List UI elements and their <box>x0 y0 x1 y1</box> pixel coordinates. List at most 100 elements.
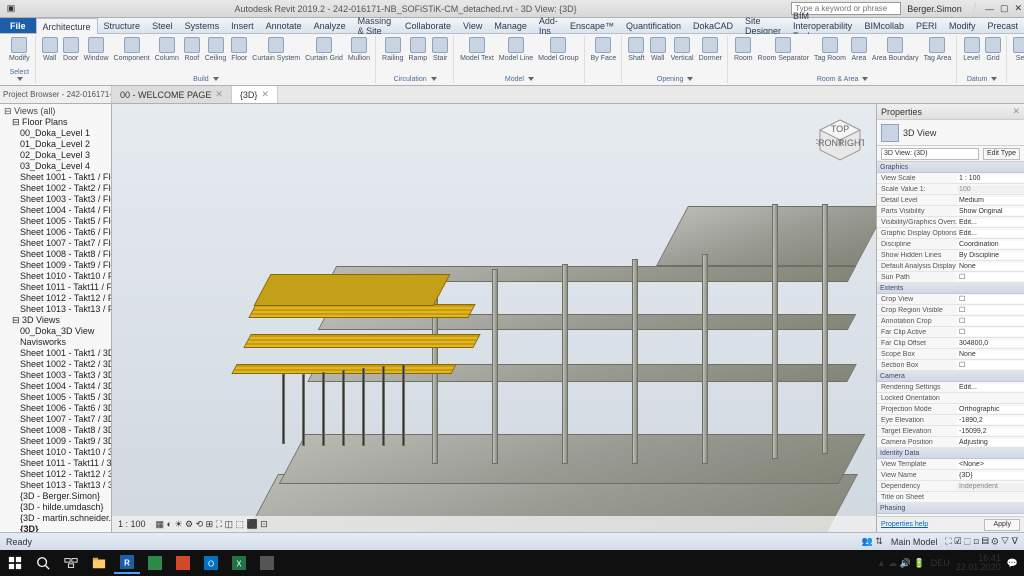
menu-analyze[interactable]: Analyze <box>308 18 352 33</box>
project-browser-tree[interactable]: ⊟ Views (all)⊟ Floor Plans00_Doka_Level … <box>0 104 111 532</box>
prop-row[interactable]: Eye Elevation-1890,2 <box>877 415 1024 426</box>
task-view-icon[interactable] <box>58 552 84 574</box>
tree-item[interactable]: {3D - hilde.umdasch} <box>0 502 111 513</box>
tree-item[interactable]: Sheet 1001 - Takt1 / Floor Pla <box>0 172 111 183</box>
ribbon-window[interactable]: Window <box>82 36 111 63</box>
tree-item[interactable]: ⊟ Views (all) <box>0 106 111 117</box>
tree-item[interactable]: 02_Doka_Level 3 <box>0 150 111 161</box>
menu-structure[interactable]: Structure <box>98 18 147 33</box>
menu-dokacad[interactable]: DokaCAD <box>687 18 739 33</box>
revit-icon[interactable]: R <box>114 552 140 574</box>
doc-tab[interactable]: 00 - WELCOME PAGE✕ <box>112 86 232 103</box>
menu-peri[interactable]: PERI <box>910 18 943 33</box>
taskbar-date[interactable]: 22.01.2020 <box>956 563 1001 572</box>
menu-steel[interactable]: Steel <box>146 18 179 33</box>
menu-biminteroperabilitytools[interactable]: BIM Interoperability Tools <box>787 18 858 33</box>
tree-item[interactable]: {3D - Berger.Simon} <box>0 491 111 502</box>
tree-item[interactable]: 03_Doka_Level 4 <box>0 161 111 172</box>
ribbon-stair[interactable]: Stair <box>430 36 450 63</box>
ribbon-modify[interactable]: Modify <box>7 36 32 63</box>
ribbon-modelgroup[interactable]: Model Group <box>536 36 580 63</box>
tree-item[interactable]: Sheet 1013 - Takt13 / 3D Vie <box>0 480 111 491</box>
prop-group-header[interactable]: Identity Data <box>877 448 1024 459</box>
ribbon-wall[interactable]: Wall <box>40 36 60 63</box>
prop-row[interactable]: Scale Value 1:100 <box>877 184 1024 195</box>
app-icon[interactable] <box>254 552 280 574</box>
menu-quantification[interactable]: Quantification <box>620 18 687 33</box>
ribbon-grid[interactable]: Grid <box>983 36 1003 63</box>
prop-row[interactable]: Target Elevation-15099,2 <box>877 426 1024 437</box>
apply-button[interactable]: Apply <box>984 519 1020 531</box>
menu-addins[interactable]: Add-Ins <box>533 18 564 33</box>
ribbon-tagarea[interactable]: Tag Area <box>922 36 954 63</box>
status-icons[interactable]: ⛶ ☑ ⬚ ⊡ ▤ ⚙ ▽ ∇ <box>945 536 1018 547</box>
ribbon-vertical[interactable]: Vertical <box>669 36 696 63</box>
maximize-icon[interactable]: ▢ <box>1000 3 1009 14</box>
ribbon-set[interactable]: Set <box>1011 36 1024 63</box>
tree-item[interactable]: Sheet 1010 - Takt10 / 3D Vie <box>0 447 111 458</box>
prop-row[interactable]: Annotation Crop☐ <box>877 316 1024 327</box>
menu-bimcollab[interactable]: BIMcollab <box>858 18 910 33</box>
doc-tab[interactable]: {3D}✕ <box>232 86 278 103</box>
menu-collaborate[interactable]: Collaborate <box>399 18 457 33</box>
tree-item[interactable]: Sheet 1012 - Takt12 / Floor P <box>0 293 111 304</box>
ribbon-tagroom[interactable]: Tag Room <box>812 36 848 63</box>
close-icon[interactable]: ✕ <box>1012 106 1020 117</box>
explorer-icon[interactable] <box>86 552 112 574</box>
ribbon-room[interactable]: Room <box>732 36 755 63</box>
ribbon-curtaingrid[interactable]: Curtain Grid <box>303 36 345 63</box>
menu-architecture[interactable]: Architecture <box>36 18 98 34</box>
menu-modify[interactable]: Modify <box>943 18 982 33</box>
tree-item[interactable]: Sheet 1011 - Takt11 / Floor P <box>0 282 111 293</box>
menu-manage[interactable]: Manage <box>488 18 533 33</box>
prop-row[interactable]: DependencyIndependent <box>877 481 1024 492</box>
prop-row[interactable]: Far Clip Active☐ <box>877 327 1024 338</box>
ribbon-ceiling[interactable]: Ceiling <box>203 36 228 63</box>
ribbon-mullion[interactable]: Mullion <box>346 36 372 63</box>
prop-group-header[interactable]: Phasing <box>877 503 1024 514</box>
ribbon-modeltext[interactable]: Model Text <box>458 36 496 63</box>
tree-item[interactable]: Sheet 1007 - Takt7 / 3D View <box>0 414 111 425</box>
close-icon[interactable]: ✕ <box>1014 3 1022 14</box>
tree-item[interactable]: ⊟ Floor Plans <box>0 117 111 128</box>
ribbon-wall[interactable]: Wall <box>648 36 668 63</box>
ribbon-roomseparator[interactable]: Room Separator <box>756 36 811 63</box>
prop-group-header[interactable]: Camera <box>877 371 1024 382</box>
menu-precast[interactable]: Precast <box>981 18 1024 33</box>
prop-row[interactable]: Section Box☐ <box>877 360 1024 371</box>
type-selector[interactable] <box>881 148 979 160</box>
prop-row[interactable]: View Template<None> <box>877 459 1024 470</box>
tree-item[interactable]: 01_Doka_Level 2 <box>0 139 111 150</box>
tree-item[interactable]: Sheet 1012 - Takt12 / 3D Vie <box>0 469 111 480</box>
tree-item[interactable]: Sheet 1001 - Takt1 / 3D View <box>0 348 111 359</box>
menu-systems[interactable]: Systems <box>179 18 226 33</box>
tree-item[interactable]: Sheet 1009 - Takt9 / Floor Pla <box>0 260 111 271</box>
tree-item[interactable]: 00_Doka_Level 1 <box>0 128 111 139</box>
prop-row[interactable]: Rendering SettingsEdit... <box>877 382 1024 393</box>
prop-group-header[interactable]: Graphics <box>877 162 1024 173</box>
start-icon[interactable] <box>2 552 28 574</box>
tree-item[interactable]: Sheet 1010 - Takt10 / Floor P <box>0 271 111 282</box>
prop-row[interactable]: Sun Path☐ <box>877 272 1024 283</box>
prop-row[interactable]: Camera PositionAdjusting <box>877 437 1024 448</box>
prop-row[interactable]: Graphic Display OptionsEdit... <box>877 228 1024 239</box>
prop-row[interactable]: Show Hidden LinesBy Discipline <box>877 250 1024 261</box>
help-icon[interactable]: ❔ <box>968 3 979 14</box>
view-cube[interactable]: TOPFRONTRIGHT <box>816 116 864 164</box>
tree-item[interactable]: Sheet 1005 - Takt5 / 3D View <box>0 392 111 403</box>
menu-enscape[interactable]: Enscape™ <box>564 18 620 33</box>
prop-row[interactable]: Title on Sheet <box>877 492 1024 503</box>
windows-taskbar[interactable]: R O X ▲ ☁ 🔊 🔋 DEU 16:41 22.01.2020 💬 <box>0 550 1024 576</box>
tree-item[interactable]: Sheet 1004 - Takt4 / 3D View <box>0 381 111 392</box>
tree-item[interactable]: 00_Doka_3D View <box>0 326 111 337</box>
tree-item[interactable]: Sheet 1008 - Takt8 / 3D View <box>0 425 111 436</box>
close-icon[interactable]: ✕ <box>215 89 223 100</box>
minimize-icon[interactable]: — <box>985 4 994 14</box>
tree-item[interactable]: Sheet 1006 - Takt6 / 3D View <box>0 403 111 414</box>
search-icon[interactable] <box>30 552 56 574</box>
tree-item[interactable]: Sheet 1004 - Takt4 / Floor Pla <box>0 205 111 216</box>
ribbon-component[interactable]: Component <box>112 36 152 63</box>
prop-row[interactable]: View Name{3D} <box>877 470 1024 481</box>
ribbon-area[interactable]: Area <box>849 36 869 63</box>
view-control-bar[interactable]: 1 : 100 ▦ ◐ ☀ ⚙ ⟲ ⊞ ⛶ ◫ ⬚ ⬛ ⊡ <box>112 516 876 532</box>
